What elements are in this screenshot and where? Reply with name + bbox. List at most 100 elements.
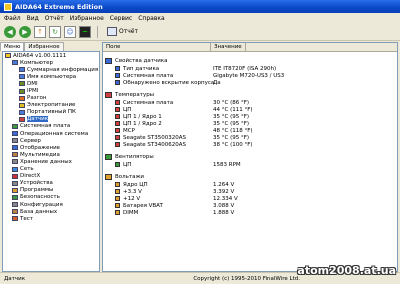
up-icon[interactable]: ↑	[34, 25, 46, 38]
sensor-field-label: ЦП	[123, 161, 132, 168]
sensor-row[interactable]: MCP 48 °C (118 °F)	[103, 127, 397, 134]
column-field[interactable]: Поле	[103, 43, 211, 51]
tab-menu[interactable]: Меню	[0, 42, 25, 51]
sensor-field-label: +3.3 V	[123, 188, 142, 195]
sensor-field-label: ЦП 1 / Ядро 2	[123, 120, 162, 127]
sensor-value: 1.888 V	[213, 209, 235, 216]
tree-item[interactable]: Мультимедиа	[3, 151, 99, 158]
sensor-item-icon	[115, 121, 120, 126]
sensor-row[interactable]: ЦП 1 / Ядро 1 35 °C (95 °F)	[103, 113, 397, 120]
tree-item[interactable]: Системная плата	[3, 123, 99, 130]
sensor-row[interactable]: +12 V 12.334 V	[103, 195, 397, 202]
sensor-item-icon	[115, 73, 120, 78]
tree-item[interactable]: Компьютер	[3, 59, 99, 66]
multimedia-icon	[12, 152, 18, 158]
tree-item-label: Безопасность	[20, 194, 60, 201]
sensor-field: ЦП 1 / Ядро 2	[103, 121, 211, 127]
sensor-item-icon	[115, 66, 120, 71]
sensor-value: 48 °C (118 °F)	[213, 127, 253, 134]
sensor-row[interactable]: Обнаружено вскрытие корпуса Да	[103, 79, 397, 86]
report-button[interactable]: Отчёт	[104, 26, 141, 37]
sensor-row[interactable]: Тип датчика ITE IT8720F (ISA 290h)	[103, 65, 397, 72]
tree-item[interactable]: Портативный ПК	[3, 109, 99, 116]
sensor-item-icon	[115, 135, 120, 140]
tree-item[interactable]: Программы	[3, 187, 99, 194]
column-header: Поле Значение	[103, 43, 397, 52]
tree-item-label: Разгон	[27, 95, 47, 102]
tree-item-label: DMI	[27, 80, 38, 87]
tree-item-label: DirectX	[20, 173, 41, 180]
sensor-row[interactable]: Батарея VBAT 3.088 V	[103, 202, 397, 209]
refresh-icon[interactable]: ↻	[49, 25, 61, 38]
fans-icon	[105, 154, 112, 160]
sensor-props-icon	[105, 58, 112, 64]
os-icon	[12, 131, 18, 137]
sensor-row[interactable]: Ядро ЦП 1.264 V	[103, 181, 397, 188]
tree-item[interactable]: Конфигурация	[3, 201, 99, 208]
sensor-row[interactable]: Системная плата Gigabyte M720-US3 / US3	[103, 72, 397, 79]
sensor-field: Системная плата	[103, 100, 211, 106]
tree-item[interactable]: Устройства	[3, 180, 99, 187]
tree-item[interactable]: База данных	[3, 208, 99, 215]
menu-help[interactable]: Справка	[138, 15, 164, 22]
column-value[interactable]: Значение	[211, 43, 246, 51]
sensor-value: 35 °C (95 °F)	[213, 120, 250, 127]
sensor-field: +12 V	[103, 196, 211, 202]
tree-item-label: Устройства	[20, 180, 53, 187]
tree-item[interactable]: Безопасность	[3, 194, 99, 201]
menu-file[interactable]: Файл	[4, 15, 21, 22]
sensor-row[interactable]: DIMM 1.888 V	[103, 209, 397, 216]
tree-item[interactable]: Хранение данных	[3, 158, 99, 165]
chart-icon[interactable]: ~	[79, 25, 91, 38]
tree-item[interactable]: Сеть	[3, 166, 99, 173]
security-icon	[12, 194, 18, 200]
tab-favorites[interactable]: Избранное	[24, 42, 64, 51]
sensor-row[interactable]: Seagate ST3400620AS 38 °C (100 °F)	[103, 141, 397, 148]
toolbar-divider	[97, 25, 98, 38]
forward-icon[interactable]: ▶	[19, 25, 31, 38]
back-icon[interactable]: ◀	[4, 25, 16, 38]
tree-item-label: Сеть	[20, 166, 34, 173]
details-pane: Поле Значение Свойства датчика Тип датчик…	[102, 42, 398, 272]
tree-item[interactable]: Имя компьютера	[3, 73, 99, 80]
tree-item[interactable]: Тест	[3, 215, 99, 222]
computer-name-icon	[19, 74, 25, 80]
sensor-field-label: Системная плата	[123, 99, 174, 106]
tree-item[interactable]: Отображение	[3, 144, 99, 151]
sensor-field: ЦП	[103, 162, 211, 168]
sensor-row[interactable]: ЦП 1 / Ядро 2 35 °C (95 °F)	[103, 120, 397, 127]
report-label: Отчёт	[119, 28, 138, 35]
menu-report[interactable]: Отчёт	[45, 15, 64, 22]
sensor-row[interactable]: ЦП 44 °C (111 °F)	[103, 106, 397, 113]
sensor-item-icon	[115, 210, 120, 215]
tree-item[interactable]: DirectX	[3, 173, 99, 180]
tree-item-label: База данных	[20, 208, 58, 215]
navigation-tree: AIDA64 v1.00.1111 Компьютер Суммарная инфо…	[2, 51, 100, 272]
sensor-field-label: +12 V	[123, 195, 141, 202]
tree-item[interactable]: IPMI	[3, 87, 99, 94]
menu-view[interactable]: Вид	[27, 15, 39, 22]
sensor-row[interactable]: Системная плата 30 °C (86 °F)	[103, 99, 397, 106]
tree-item[interactable]: Датчик	[3, 116, 99, 123]
tree-item[interactable]: Разгон	[3, 95, 99, 102]
tree-item[interactable]: Сервер	[3, 137, 99, 144]
sensor-row[interactable]: ЦП 1583 RPM	[103, 161, 397, 168]
tree-item[interactable]: DMI	[3, 80, 99, 87]
sensor-field: ЦП	[103, 107, 211, 113]
sensor-field: Системная плата	[103, 73, 211, 79]
sensor-row[interactable]: +3.3 V 3.392 V	[103, 188, 397, 195]
menu-favorites[interactable]: Избранное	[70, 15, 104, 22]
tree-item[interactable]: Суммарная информация	[3, 66, 99, 73]
user-icon[interactable]: ☺	[64, 25, 76, 38]
sensor-item-icon	[115, 100, 120, 105]
sensor-row[interactable]: Seagate ST3500320AS 35 °C (95 °F)	[103, 134, 397, 141]
section-header: Температуры	[103, 91, 397, 99]
server-icon	[12, 138, 18, 144]
menu-tools[interactable]: Сервис	[110, 15, 132, 22]
tree-item[interactable]: Электропитание	[3, 102, 99, 109]
sensor-value: 35 °C (95 °F)	[213, 134, 250, 141]
app-icon	[4, 2, 12, 11]
overclock-icon	[19, 95, 25, 101]
tree-item[interactable]: AIDA64 v1.00.1111	[3, 52, 99, 59]
tree-item[interactable]: Операционная система	[3, 130, 99, 137]
